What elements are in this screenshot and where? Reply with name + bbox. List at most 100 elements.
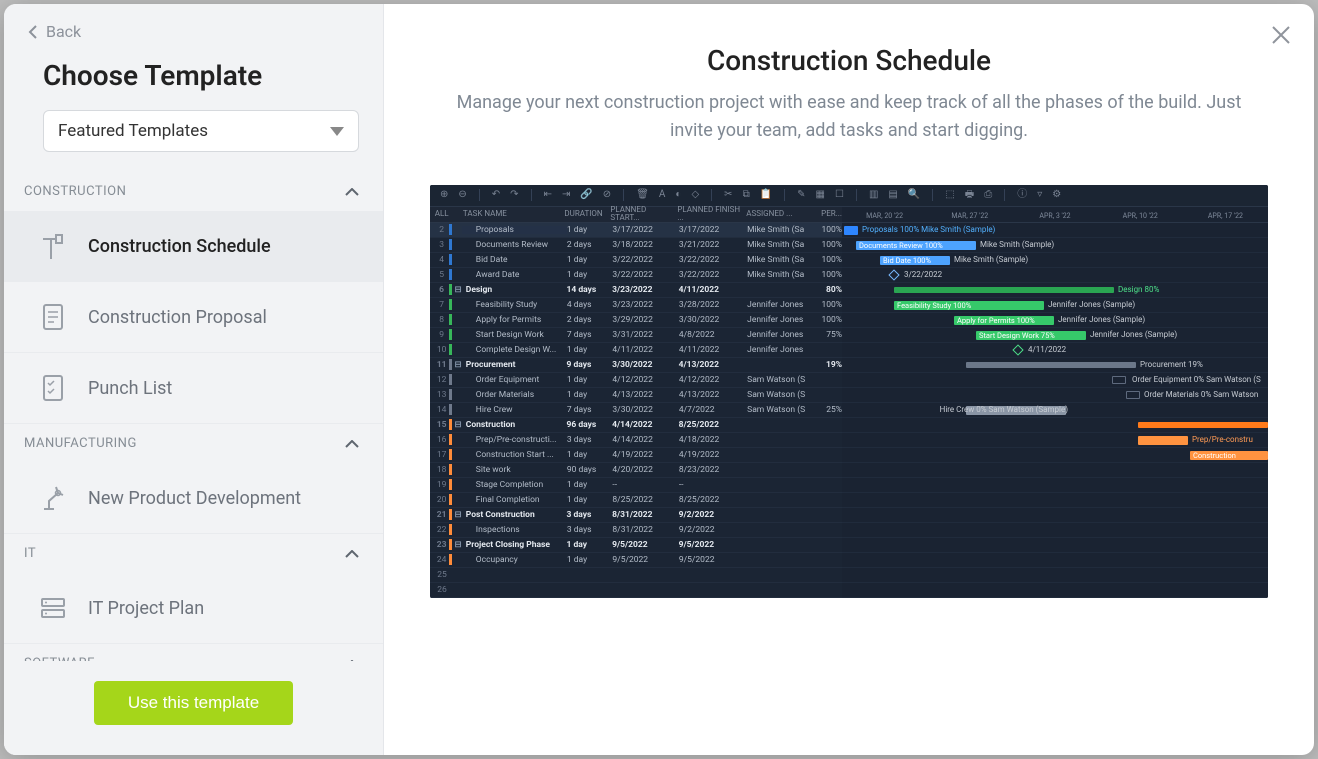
gantt-rows: Proposals 100% Mike Smith (Sample) Docum… [842,223,1268,598]
task-row: 17Construction Start ...1 day4/19/20224/… [430,448,842,463]
task-row: 20Final Completion1 day8/25/20228/25/202… [430,493,842,508]
col-duration: DURATION [564,210,610,218]
tool-icon: ⇥ [562,190,570,200]
preview-task-table: ALL TASK NAME DURATION PLANNED START... … [430,207,842,598]
task-row: 3Documents Review2 days3/18/20223/21/202… [430,238,842,253]
task-row: 18Site work90 days4/20/20228/23/2022 [430,463,842,478]
tool-icon: ▿ [1037,190,1042,200]
task-row: 23⊟Project Closing Phase1 day9/5/20229/5… [430,538,842,553]
tool-icon: ⊖ [458,190,466,200]
template-category-select[interactable]: Featured Templates [43,110,359,152]
tool-icon: ⊕ [440,190,448,200]
task-row: 10Complete Design W...1 day4/11/20224/11… [430,343,842,358]
tool-icon: ⓘ [1017,190,1027,200]
category-label: IT [24,546,36,561]
template-label: Punch List [88,378,172,399]
tool-icon: 🔍 [908,190,920,200]
task-row: 5Award Date1 day3/22/20223/22/2022Mike S… [430,268,842,283]
col-planned-finish: PLANNED FINISH ... [677,206,746,222]
tool-icon: ◐ [675,190,681,200]
sidebar-footer: Use this template [4,661,383,755]
template-item-punch-list[interactable]: Punch List [4,353,383,424]
template-item-new-product-development[interactable]: New Product Development [4,463,383,534]
tool-icon: ⬚ [945,190,954,200]
tool-icon: ✂ [724,190,732,200]
template-label: Construction Schedule [88,236,271,257]
task-row: 24Occupancy1 day9/5/20229/5/2022 [430,553,842,568]
task-row: 21⊟Post Construction3 days8/31/20229/2/2… [430,508,842,523]
preview-gantt: MAR, 20 '22 MAR, 27 '22 APR, 3 '22 APR, … [842,207,1268,598]
col-assigned: ASSIGNED ... [746,210,813,218]
main-panel: Construction Schedule Manage your next c… [384,4,1314,755]
tool-icon: 🔗 [580,190,592,200]
template-label: IT Project Plan [88,598,204,619]
category-label: CONSTRUCTION [24,184,126,199]
tool-icon: ↷ [510,190,518,200]
category-header-it[interactable]: IT [4,534,383,573]
hammer-icon [36,229,70,263]
task-row: 9Start Design Work7 days3/31/20224/8/202… [430,328,842,343]
servers-icon [36,591,70,625]
task-row: 15⊟Construction96 days4/14/20228/25/2022 [430,418,842,433]
tool-icon: ▥ [869,190,878,200]
task-row: 4Bid Date1 day3/22/20223/22/2022Mike Smi… [430,253,842,268]
tool-icon: A [659,190,666,200]
template-label: New Product Development [88,488,301,509]
task-row: 19Stage Completion1 day---- [430,478,842,493]
col-percent: PER... [813,210,842,218]
task-row: 14Hire Crew7 days3/30/20224/7/2022Sam Wa… [430,403,842,418]
template-chooser-modal: Back Choose Template Featured Templates … [4,4,1314,755]
close-icon [1270,24,1292,46]
template-description: Manage your next construction project wi… [439,89,1259,145]
preview-toolbar: ⊕ ⊖ ↶ ↷ ⇤ ⇥ 🔗 ⊘ 🗑 A ◐ ◇ ✂ ⧉ 📋 ✎ [430,185,1268,207]
task-row: 13Order Materials1 day4/13/20224/13/2022… [430,388,842,403]
back-label: Back [46,22,81,41]
tool-icon: ↶ [492,190,500,200]
tool-icon: ⊘ [603,190,611,200]
sidebar-header: Back Choose Template Featured Templates [4,4,383,162]
chevron-left-icon [28,25,38,39]
chevron-up-icon [345,550,359,558]
tool-icon: ▦ [816,190,825,200]
template-item-construction-schedule[interactable]: Construction Schedule [4,211,383,282]
task-row: 2Proposals1 day3/17/20223/17/2022Mike Sm… [430,223,842,238]
category-header-software[interactable]: SOFTWARE [4,644,383,661]
template-categories: CONSTRUCTION Construction Schedule Const… [4,162,383,661]
dropdown-triangle-icon [330,127,344,136]
template-item-construction-proposal[interactable]: Construction Proposal [4,282,383,353]
task-row: 12Order Equipment1 day4/12/20224/12/2022… [430,373,842,388]
tool-icon: ⎙ [984,190,992,200]
template-preview: ⊕ ⊖ ↶ ↷ ⇤ ⇥ 🔗 ⊘ 🗑 A ◐ ◇ ✂ ⧉ 📋 ✎ [430,185,1268,598]
chevron-up-icon [345,440,359,448]
tool-icon: ◇ [691,190,699,200]
back-button[interactable]: Back [28,22,359,41]
task-row: 6⊟Design14 days3/23/20224/11/202280% [430,283,842,298]
timeline-header: MAR, 20 '22 MAR, 27 '22 APR, 3 '22 APR, … [842,207,1268,223]
category-header-construction[interactable]: CONSTRUCTION [4,172,383,211]
task-row: 22Inspections3 days8/31/20229/2/2022 [430,523,842,538]
col-task-name: TASK NAME [459,210,564,218]
template-title: Construction Schedule [420,44,1278,77]
template-item-it-project-plan[interactable]: IT Project Plan [4,573,383,644]
close-button[interactable] [1270,24,1292,46]
preview-header-row: ALL TASK NAME DURATION PLANNED START... … [430,207,842,223]
template-label: Construction Proposal [88,307,267,328]
task-row: 16Prep/Pre-constructi...3 days4/14/20224… [430,433,842,448]
tool-icon: 🗑 [636,190,649,200]
tool-icon: ⧉ [743,190,750,200]
tool-icon: ⇤ [544,190,552,200]
tool-icon: ☐ [835,190,844,200]
category-label: MANUFACTURING [24,436,137,451]
tool-icon: ▤ [888,190,897,200]
tool-icon: ✎ [797,190,805,200]
use-template-button[interactable]: Use this template [94,681,293,725]
chevron-up-icon [345,660,359,662]
tool-icon: ⚙ [1052,190,1061,200]
robot-arm-icon [36,481,70,515]
category-header-manufacturing[interactable]: MANUFACTURING [4,424,383,463]
task-row: 7Feasibility Study4 days3/23/20223/28/20… [430,298,842,313]
tool-icon: 📋 [760,190,772,200]
task-row: 26 [430,583,842,598]
col-planned-start: PLANNED START... [610,206,677,222]
checklist-icon [36,371,70,405]
